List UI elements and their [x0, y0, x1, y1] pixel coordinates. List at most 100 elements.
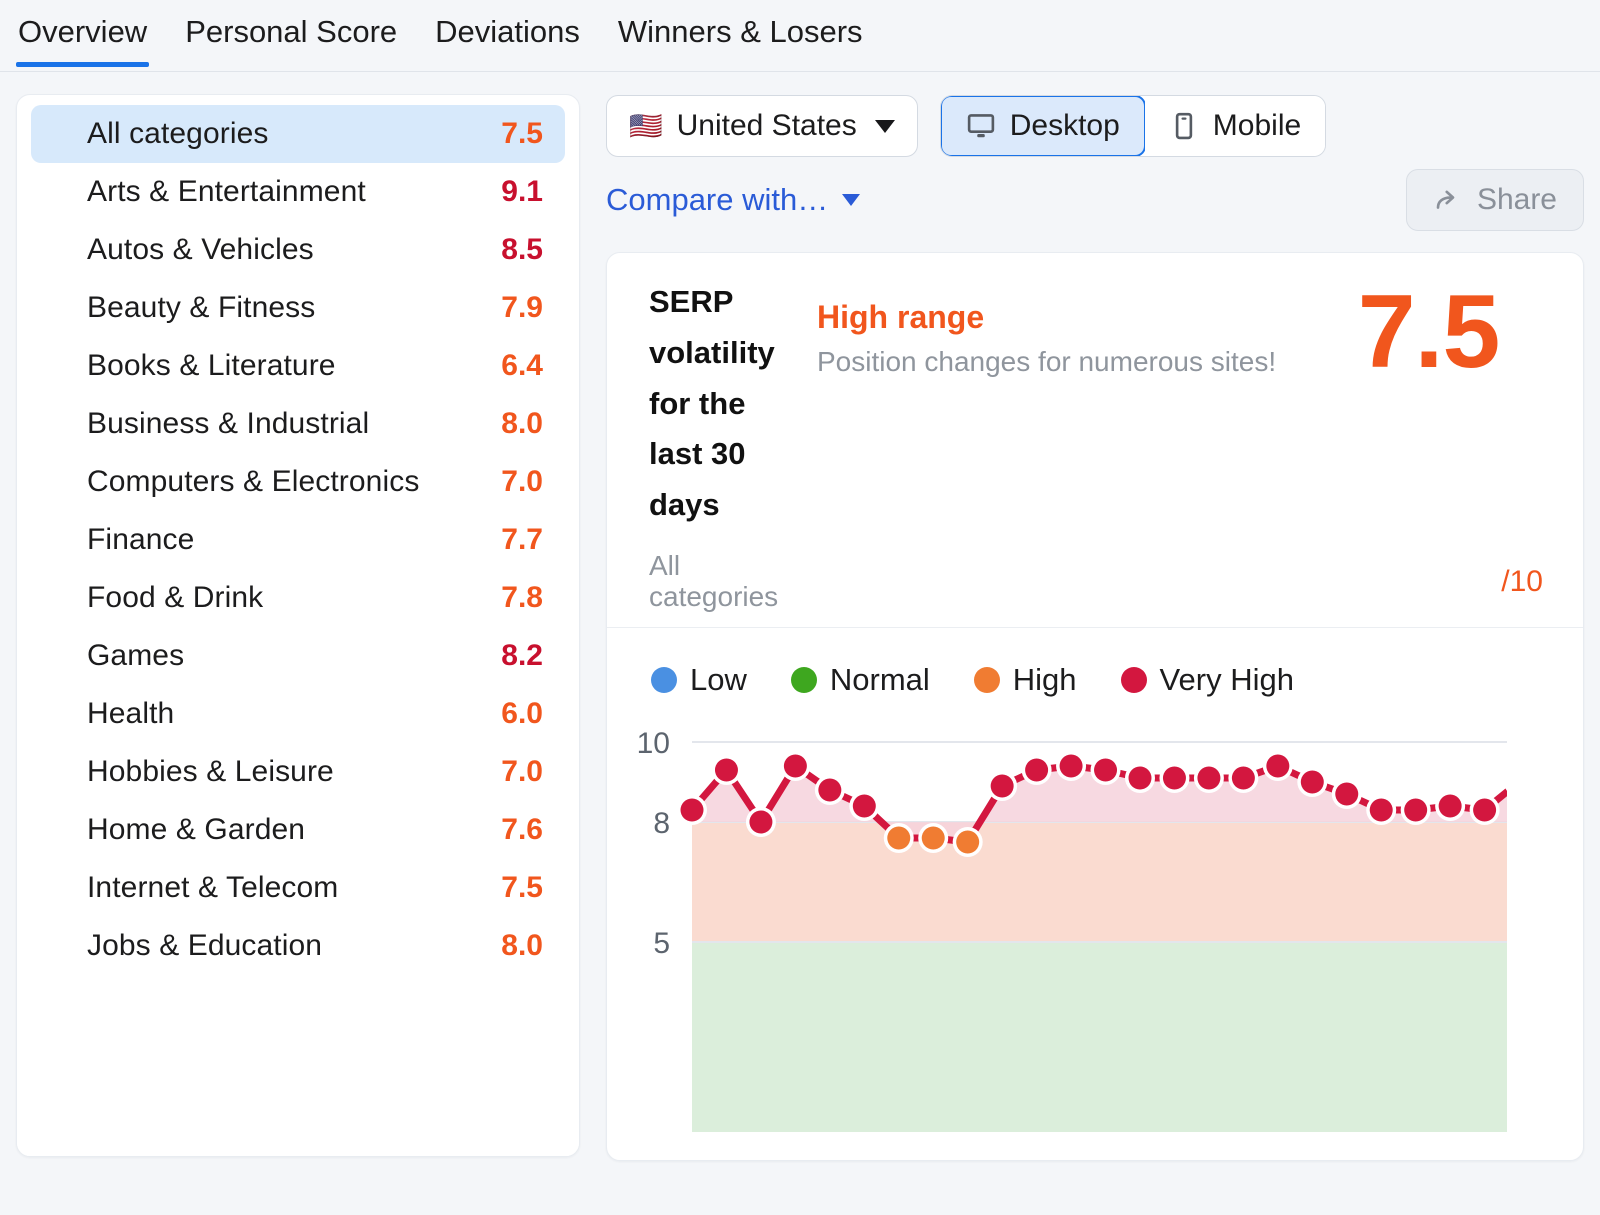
tab-winners-losers[interactable]: Winners & Losers [616, 0, 865, 67]
category-score: 8.0 [501, 929, 543, 963]
category-row[interactable]: Food & Drink 7.8 [31, 569, 565, 627]
category-row[interactable]: Internet & Telecom7.5 [31, 859, 565, 917]
category-name: Health [87, 697, 174, 731]
category-row[interactable]: Arts & Entertainment 9.1 [31, 163, 565, 221]
category-row[interactable]: Hobbies & Leisure7.0 [31, 743, 565, 801]
range-block: High range Position changes for numerous… [799, 277, 1358, 613]
compare-with-label: Compare with… [606, 182, 828, 218]
legend-dot-low [651, 667, 677, 693]
category-score: 7.5 [501, 871, 543, 905]
chart-data-point[interactable] [681, 798, 704, 821]
legend-item-very-high[interactable]: Very High [1121, 662, 1294, 698]
chart-data-point[interactable] [1197, 766, 1220, 789]
chart-data-point[interactable] [887, 826, 910, 849]
chart-data-point[interactable] [1163, 766, 1186, 789]
category-score: 6.0 [501, 697, 543, 731]
category-name: Home & Garden [87, 813, 305, 847]
category-score: 8.2 [501, 639, 543, 673]
device-toggle-group: Desktop Mobile [940, 95, 1326, 157]
category-name: Books & Literature [87, 349, 336, 383]
category-row[interactable]: Books & Literature 6.4 [31, 337, 565, 395]
category-name: Business & Industrial [87, 407, 369, 441]
legend-item-normal[interactable]: Normal [791, 662, 930, 698]
chart-data-point[interactable] [1370, 798, 1393, 821]
chart-data-point[interactable] [1060, 754, 1083, 777]
volatility-chart[interactable]: 1085 [607, 712, 1583, 1132]
device-toggle-desktop[interactable]: Desktop [940, 95, 1146, 157]
category-row[interactable]: Beauty & Fitness7.9 [31, 279, 565, 337]
category-name: Games [87, 639, 184, 673]
legend-dot-normal [791, 667, 817, 693]
score-block: 7.5 /10 [1358, 277, 1543, 613]
legend-label-low: Low [690, 662, 747, 698]
serp-volatility-card: SERP volatility for the last 30 days All… [606, 252, 1584, 1161]
share-arrow-icon [1433, 185, 1463, 215]
chart-data-point[interactable] [1439, 794, 1462, 817]
volatility-chart-svg: 1085 [607, 712, 1507, 1132]
category-name: Beauty & Fitness [87, 291, 315, 325]
legend-item-low[interactable]: Low [651, 662, 747, 698]
category-score: 7.7 [501, 523, 543, 557]
country-selector[interactable]: 🇺🇸 United States [606, 95, 918, 157]
chart-data-point[interactable] [1025, 758, 1048, 781]
category-row[interactable]: Computers & Electronics7.0 [31, 453, 565, 511]
chart-data-point[interactable] [853, 794, 876, 817]
chart-data-point[interactable] [956, 830, 979, 853]
chart-data-point[interactable] [784, 754, 807, 777]
chart-legend: Low Normal High Very High [607, 628, 1583, 698]
legend-label-very-high: Very High [1160, 662, 1294, 698]
tab-deviations[interactable]: Deviations [433, 0, 582, 67]
share-button[interactable]: Share [1406, 169, 1584, 231]
device-toggle-mobile[interactable]: Mobile [1145, 96, 1325, 156]
chart-data-point[interactable] [991, 774, 1014, 797]
category-name: All categories [87, 117, 269, 151]
chart-data-point[interactable] [922, 826, 945, 849]
category-name: Arts & Entertainment [87, 175, 366, 209]
chart-data-point[interactable] [715, 758, 738, 781]
range-label: High range [817, 299, 1358, 336]
chevron-down-icon [842, 194, 860, 206]
category-row[interactable]: All categories7.5 [31, 105, 565, 163]
chart-data-point[interactable] [1473, 798, 1496, 821]
category-score: 8.0 [501, 407, 543, 441]
category-score: 6.4 [501, 349, 543, 383]
category-row[interactable]: Business & Industrial 8.0 [31, 395, 565, 453]
chart-data-point[interactable] [1232, 766, 1255, 789]
tab-personal-score[interactable]: Personal Score [183, 0, 399, 67]
chart-data-point[interactable] [1404, 798, 1427, 821]
card-header: SERP volatility for the last 30 days All… [607, 253, 1583, 628]
category-score: 7.8 [501, 581, 543, 615]
y-axis-tick: 10 [637, 727, 670, 760]
category-row[interactable]: Autos & Vehicles 8.5 [31, 221, 565, 279]
category-row[interactable]: Games 8.2 [31, 627, 565, 685]
legend-label-high: High [1013, 662, 1077, 698]
chart-data-point[interactable] [749, 810, 772, 833]
tab-bar: Overview Personal Score Deviations Winne… [0, 0, 1600, 72]
category-score: 8.5 [501, 233, 543, 267]
range-description: Position changes for numerous sites! [817, 346, 1358, 378]
chart-data-point[interactable] [1094, 758, 1117, 781]
category-row[interactable]: Finance 7.7 [31, 511, 565, 569]
legend-item-high[interactable]: High [974, 662, 1077, 698]
sidebar-scroll-fade [17, 1052, 579, 1156]
category-row[interactable]: Health 6.0 [31, 685, 565, 743]
chart-data-point[interactable] [1128, 766, 1151, 789]
chart-data-point[interactable] [818, 778, 841, 801]
chart-data-point[interactable] [1266, 754, 1289, 777]
legend-dot-high [974, 667, 1000, 693]
tab-overview[interactable]: Overview [16, 0, 149, 67]
compare-with-dropdown[interactable]: Compare with… [606, 182, 860, 218]
category-row[interactable]: Jobs & Education8.0 [31, 917, 565, 975]
chart-data-point[interactable] [1335, 782, 1358, 805]
compare-share-row: Compare with… Share [606, 158, 1584, 242]
page-body: All categories7.5Arts & Entertainment9.1… [0, 72, 1600, 1215]
device-mobile-label: Mobile [1213, 109, 1301, 143]
category-name: Finance [87, 523, 194, 557]
score-denominator: /10 [1501, 565, 1543, 613]
chart-data-point[interactable] [1301, 770, 1324, 793]
us-flag-icon: 🇺🇸 [629, 113, 663, 140]
category-row[interactable]: Home & Garden7.6 [31, 801, 565, 859]
category-name: Food & Drink [87, 581, 263, 615]
category-score: 9.1 [501, 175, 543, 209]
category-name: Autos & Vehicles [87, 233, 314, 267]
